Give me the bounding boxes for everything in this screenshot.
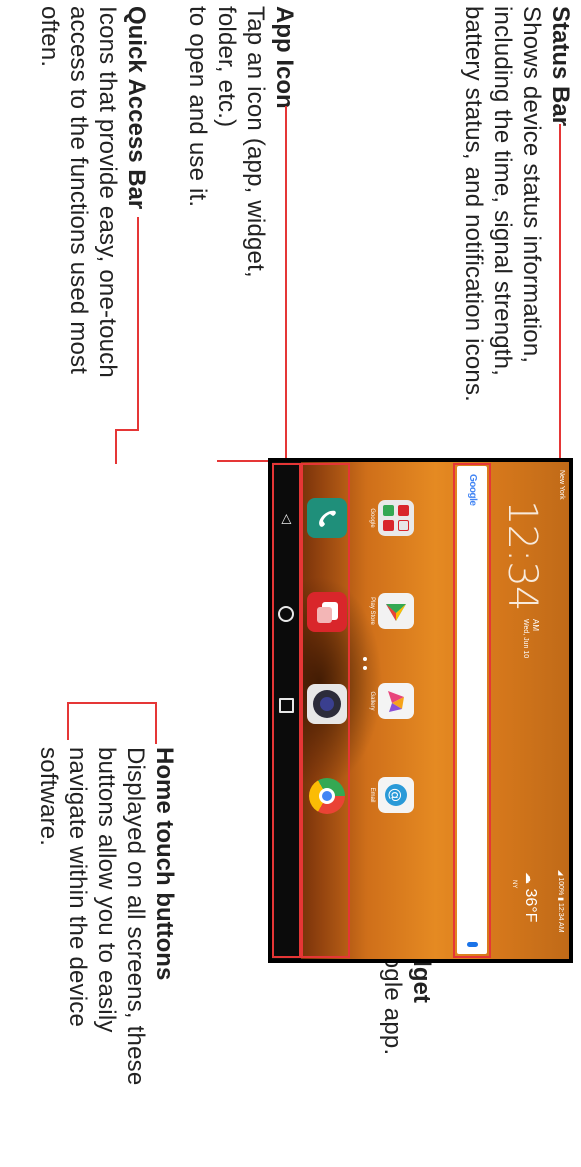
weather-temperature: 36°F xyxy=(522,888,539,923)
callout-desc-line: Icons that provide easy, one-touch xyxy=(94,6,121,378)
home-screen: New York ◢ 100% ▮ 12:34 AM 12:34 AM Wed,… xyxy=(272,462,569,959)
weather-location: NY xyxy=(511,880,517,889)
gallery-icon[interactable] xyxy=(378,683,414,719)
phone-mockup: New York ◢ 100% ▮ 12:34 AM 12:34 AM Wed,… xyxy=(268,458,573,963)
google-search-highlight xyxy=(453,463,491,958)
app-label: Play Store xyxy=(369,597,375,625)
callout-desc-line: Tap an icon (app, widget, folder, etc.) xyxy=(213,6,269,278)
quick-access-highlight xyxy=(301,463,350,958)
manual-page: Status Bar Shows device status informati… xyxy=(0,0,581,1167)
page-dot xyxy=(363,657,367,661)
callout-desc-line: including the time, signal strength, xyxy=(489,6,516,377)
google-folder-icon[interactable] xyxy=(378,500,414,536)
status-bar-location: New York xyxy=(558,470,565,500)
home-touch-leader-line xyxy=(67,702,157,704)
home-touch-leader-line xyxy=(155,704,157,744)
callout-desc-line: access to the functions used most xyxy=(65,6,92,375)
callout-desc-line: buttons allow you to easily xyxy=(93,747,120,1033)
clock-time: 12:34 xyxy=(499,500,545,611)
status-bar-callout: Status Bar Shows device status informati… xyxy=(459,6,575,426)
callout-desc-line: battery status, and notification icons. xyxy=(460,6,487,403)
callout-desc-line: Shows device status information, xyxy=(518,6,545,364)
status-bar-indicators: ◢ 100% ▮ 12:34 AM xyxy=(557,870,564,933)
play-store-icon[interactable] xyxy=(378,593,414,629)
callout-desc-line: software. xyxy=(35,747,62,847)
quick-access-leader-line xyxy=(115,429,117,464)
quick-access-callout: Quick Access Bar Icons that provide easy… xyxy=(35,6,151,426)
clock-date: Wed, Jun 10 xyxy=(522,619,529,659)
callout-title: Home touch buttons xyxy=(151,747,178,981)
app-label: Gallery xyxy=(369,691,375,711)
clock-ampm: AM xyxy=(531,619,540,631)
app-icon-leader-line xyxy=(285,106,287,462)
email-icon[interactable]: @ xyxy=(378,777,414,813)
svg-text:@: @ xyxy=(387,788,403,802)
home-touch-leader-line xyxy=(67,704,69,740)
app-label: Google xyxy=(369,508,375,528)
callout-desc-line: Displayed on all screens, these xyxy=(122,747,149,1086)
callout-desc-line: often. xyxy=(36,6,63,68)
page-dot xyxy=(363,666,367,670)
status-bar: New York ◢ 100% ▮ 12:34 AM xyxy=(553,462,569,959)
callout-desc-line: to open and use it. xyxy=(184,6,211,208)
home-touch-highlight xyxy=(272,463,301,958)
callout-desc-line: navigate within the device xyxy=(64,747,91,1028)
app-label: Email xyxy=(369,787,375,803)
weather-widget[interactable]: ☁ 36°F xyxy=(521,872,539,922)
quick-access-leader-line xyxy=(137,217,139,431)
weather-cloud-icon: ☁ xyxy=(523,872,537,884)
home-touch-callout: Home touch buttons Displayed on all scre… xyxy=(34,747,179,1167)
quick-access-leader-line xyxy=(115,429,139,431)
app-icon-callout: App Icon Tap an icon (app, widget, folde… xyxy=(183,6,299,296)
